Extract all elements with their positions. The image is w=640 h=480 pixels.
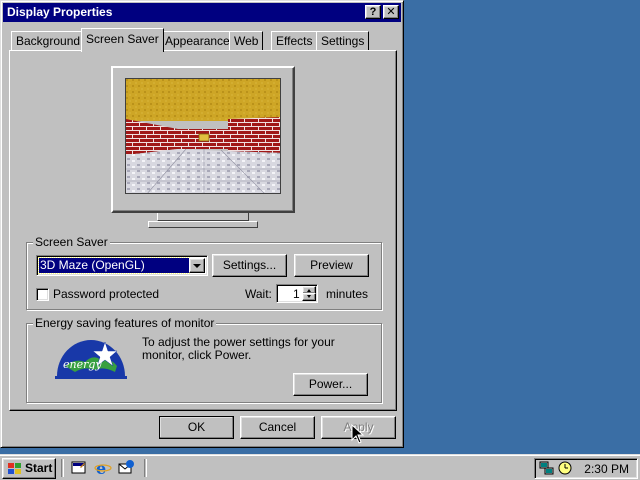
wait-down-arrow-icon[interactable]: [302, 293, 316, 301]
screen-saver-preview-screen: [125, 78, 281, 194]
screen-saver-group-label: Screen Saver: [33, 235, 110, 249]
monitor-stand-base: [148, 221, 258, 228]
energy-group: Energy saving features of monitor energy…: [26, 316, 382, 403]
display-properties-window: Display Properties ? ✕ Background Screen…: [0, 0, 404, 448]
tab-background[interactable]: Background: [11, 31, 86, 51]
chevron-down-icon[interactable]: [189, 258, 205, 273]
wait-stepper[interactable]: 1: [276, 284, 318, 303]
clock[interactable]: 2:30 PM: [584, 462, 629, 476]
tab-web[interactable]: Web: [229, 31, 264, 51]
password-label: Password protected: [53, 287, 160, 301]
maze-preview-image: [126, 79, 280, 193]
energy-description: To adjust the power settings for your mo…: [142, 335, 335, 362]
help-button[interactable]: ?: [365, 5, 381, 19]
tab-settings[interactable]: Settings: [316, 31, 370, 51]
title-bar[interactable]: Display Properties ? ✕: [3, 3, 401, 22]
wait-value[interactable]: 1: [293, 287, 300, 301]
start-label: Start: [25, 461, 53, 475]
taskbar-divider-2: [144, 459, 147, 477]
cancel-button[interactable]: Cancel: [240, 416, 315, 439]
screen-saver-select[interactable]: 3D Maze (OpenGL): [36, 255, 208, 276]
power-button[interactable]: Power...: [293, 373, 368, 396]
monitor-preview: [111, 66, 295, 213]
scheduler-icon[interactable]: [557, 460, 573, 476]
screen-saver-panel: Screen Saver 3D Maze (OpenGL) Settings..…: [9, 50, 397, 411]
taskbar-divider: [61, 459, 64, 477]
energy-group-label: Energy saving features of monitor: [33, 316, 217, 330]
close-button[interactable]: ✕: [383, 5, 399, 19]
screen-saver-selected: 3D Maze (OpenGL): [38, 257, 190, 274]
svg-text:e: e: [96, 459, 106, 477]
tab-effects[interactable]: Effects: [271, 31, 318, 51]
taskbar: Start e 2:30 PM: [0, 454, 640, 480]
mouse-cursor-icon: [351, 424, 365, 444]
show-desktop-icon[interactable]: [70, 459, 88, 477]
tab-screen-saver[interactable]: Screen Saver: [81, 28, 164, 52]
outlook-express-icon[interactable]: [117, 459, 135, 477]
preview-button[interactable]: Preview: [294, 254, 369, 277]
start-button[interactable]: Start: [2, 458, 56, 479]
internet-explorer-icon[interactable]: e: [94, 459, 112, 478]
screen-saver-group: Screen Saver 3D Maze (OpenGL) Settings..…: [26, 235, 382, 310]
wait-label: Wait:: [245, 287, 272, 301]
monitor-stand-neck: [157, 213, 249, 221]
wait-unit-label: minutes: [326, 287, 369, 301]
system-tray: 2:30 PM: [534, 458, 638, 479]
tab-appearance[interactable]: Appearance: [160, 31, 235, 51]
password-checkbox[interactable]: [36, 288, 49, 301]
network-icon[interactable]: [539, 460, 555, 476]
ok-button[interactable]: OK: [159, 416, 234, 439]
energy-logo-text: energy: [63, 358, 102, 371]
window-title: Display Properties: [7, 5, 113, 19]
settings-button[interactable]: Settings...: [212, 254, 287, 277]
windows-logo-icon: [8, 463, 21, 474]
energy-star-logo: energy: [55, 336, 127, 380]
